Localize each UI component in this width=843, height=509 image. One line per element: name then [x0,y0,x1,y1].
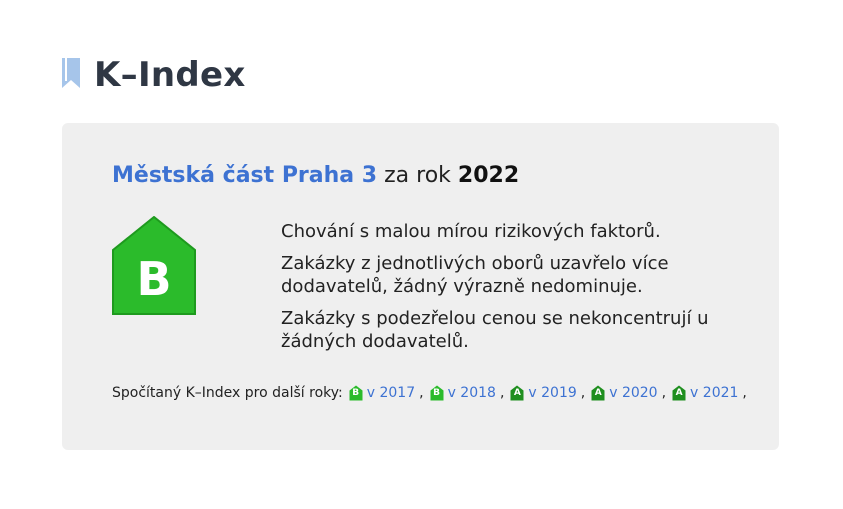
page-title: K–Index [94,55,246,95]
card-subtitle: Městská část Praha 3 za rok 2022 [112,163,519,188]
separator: , [742,385,747,401]
other-years-label: Spočítaný K–Index pro další roky: [112,385,343,401]
year-link[interactable]: v 2020 [609,385,657,401]
separator: , [580,385,586,401]
bookmark-icon [62,57,80,88]
rating-badge-icon: A [672,385,686,401]
year-link[interactable]: v 2019 [528,385,576,401]
rating-badge-icon: A [510,385,524,401]
year-item-2021[interactable]: A v 2021 , [672,385,747,401]
entity-link[interactable]: Městská část Praha 3 [112,163,377,188]
kindex-card: Městská část Praha 3 za rok 2022 B Chová… [62,123,779,450]
rating-letter: B [136,252,172,306]
separator: , [499,385,505,401]
year-item-2019[interactable]: A v 2019 , [510,385,585,401]
year-item-2018[interactable]: B v 2018 , [430,385,505,401]
year-item-2020[interactable]: A v 2020 , [591,385,666,401]
rating-badge-icon: B [349,385,363,401]
year-link[interactable]: v 2018 [448,385,496,401]
year-prefix: za rok [384,163,451,188]
description-line: Zakázky z jednotlivých oborů uzavřelo ví… [281,253,669,297]
rating-badge-icon: B [430,385,444,401]
other-years: Spočítaný K–Index pro další roky: B v 20… [112,385,747,401]
rating-badge-icon: A [591,385,605,401]
year-item-2017[interactable]: B v 2017 , [349,385,424,401]
year-value: 2022 [457,163,520,188]
page-header: K–Index [60,55,246,95]
year-link[interactable]: v 2021 [690,385,738,401]
description-line: Zakázky s podezřelou cenou se nekoncentr… [281,308,709,352]
separator: , [419,385,424,401]
separator: , [661,385,667,401]
rating-description: Chování s malou mírou rizikových faktorů… [281,220,751,362]
description-line: Chování s malou mírou rizikových faktorů… [281,221,661,242]
year-link[interactable]: v 2017 [367,385,415,401]
